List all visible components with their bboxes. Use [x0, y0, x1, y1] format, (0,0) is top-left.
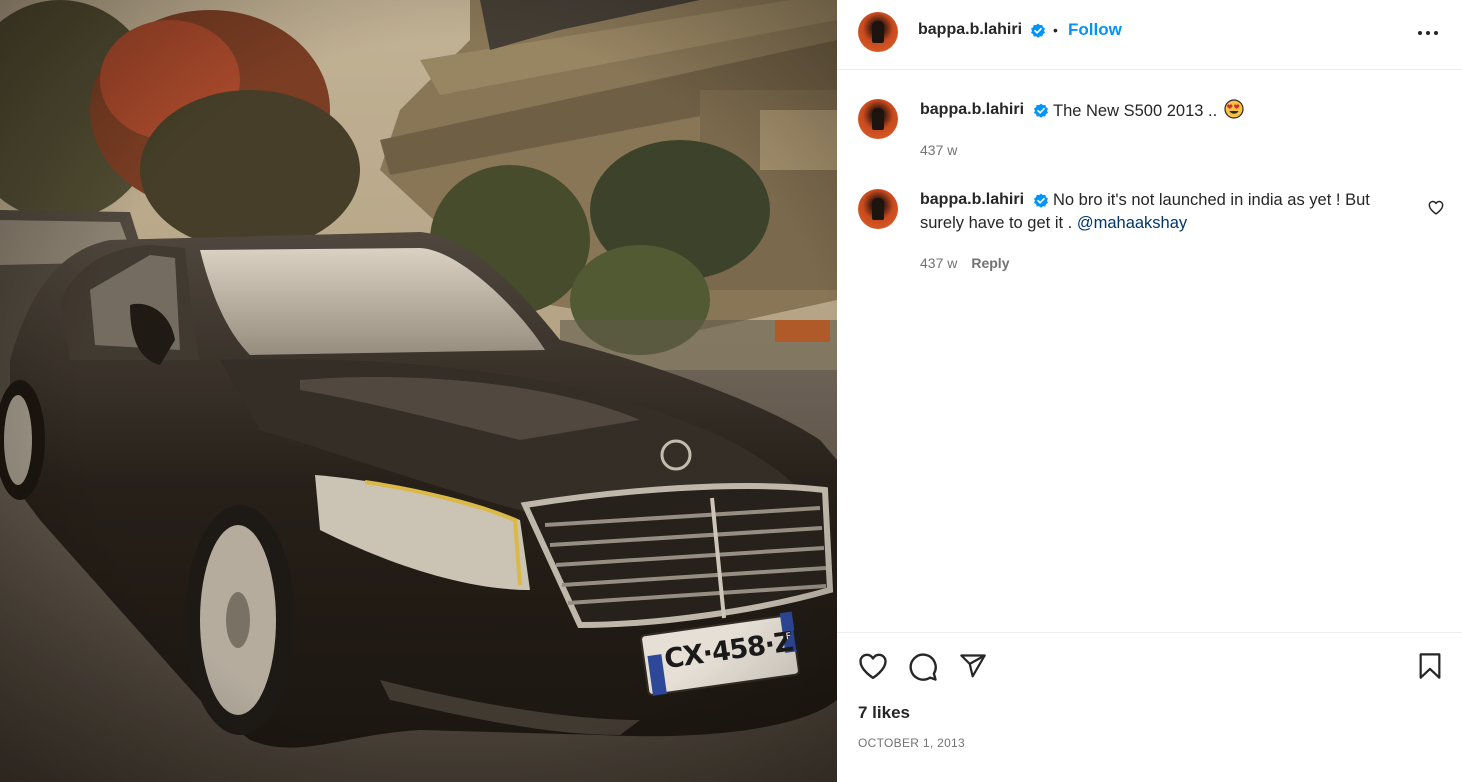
- like-comment-heart-icon[interactable]: [1428, 200, 1444, 215]
- post-details-panel: bappa.b.lahiri • Follow bappa.b.lahiri T…: [837, 0, 1462, 782]
- post-photo[interactable]: CX·458·ZF F: [0, 0, 837, 782]
- comment-age[interactable]: 437 w: [920, 255, 957, 271]
- verified-badge-icon: [1034, 193, 1048, 208]
- caption-username[interactable]: bappa.b.lahiri: [920, 101, 1024, 119]
- share-paper-plane-icon[interactable]: [958, 652, 988, 680]
- caption-text-body: The New S500 2013 ..: [1053, 102, 1218, 120]
- comment-text-line1: No bro it's not launched in india as yet…: [1053, 191, 1370, 209]
- verified-badge-icon: [1031, 23, 1045, 38]
- post-actions: 7 likes OCTOBER 1, 2013: [837, 632, 1462, 782]
- mention-link[interactable]: @mahaakshay: [1077, 214, 1187, 232]
- reply-button[interactable]: Reply: [971, 255, 1009, 271]
- likes-count[interactable]: 7 likes: [858, 703, 910, 723]
- caption-text: The New S500 2013 ..: [1053, 99, 1244, 123]
- more-options-icon[interactable]: [1417, 24, 1439, 42]
- comment-bubble-icon[interactable]: [908, 652, 938, 682]
- caption-avatar[interactable]: [858, 99, 898, 139]
- heart-eyes-emoji-icon: [1224, 99, 1244, 119]
- like-heart-icon[interactable]: [858, 652, 888, 680]
- comment-meta: 437 w Reply: [920, 255, 1009, 271]
- verified-badge-icon: [1034, 103, 1048, 118]
- comment-text-body: surely have to get it .: [920, 214, 1073, 232]
- header-username[interactable]: bappa.b.lahiri: [918, 21, 1022, 39]
- post-date[interactable]: OCTOBER 1, 2013: [858, 736, 965, 750]
- comment-text-line2: surely have to get it . @mahaakshay: [920, 212, 1410, 235]
- post-header: bappa.b.lahiri • Follow: [837, 0, 1462, 70]
- comment-username[interactable]: bappa.b.lahiri: [920, 191, 1024, 209]
- avatar[interactable]: [858, 12, 898, 52]
- save-bookmark-icon[interactable]: [1417, 652, 1443, 680]
- follow-button[interactable]: Follow: [1068, 20, 1122, 40]
- comment-avatar[interactable]: [858, 189, 898, 229]
- separator-dot: •: [1053, 22, 1058, 38]
- caption-age[interactable]: 437 w: [920, 142, 957, 158]
